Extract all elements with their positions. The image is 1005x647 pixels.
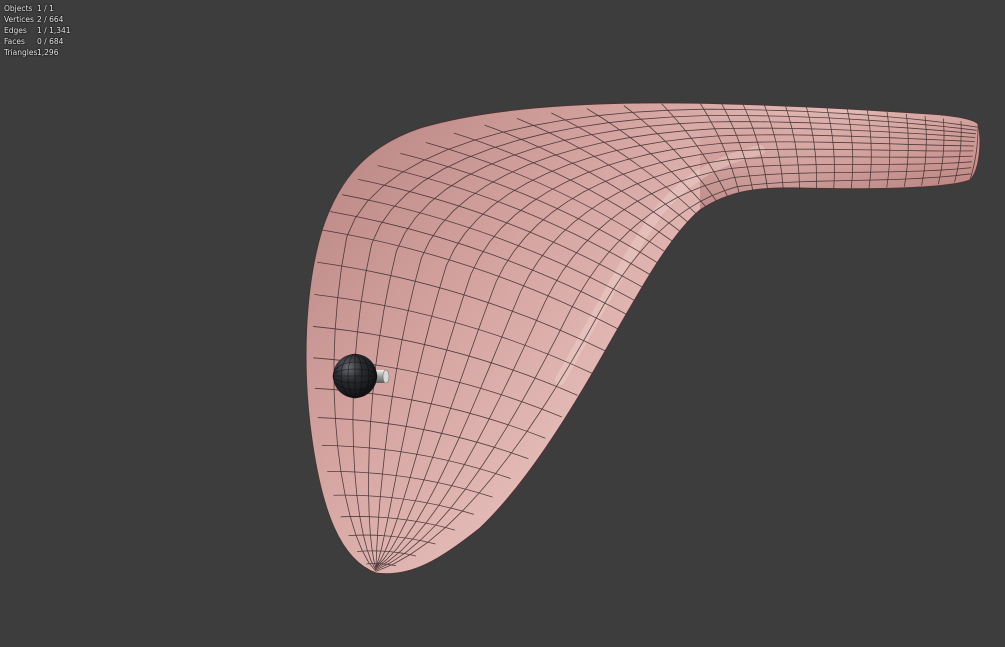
stat-faces: Faces 0 / 684 bbox=[4, 36, 71, 47]
mesh-arm-shade bbox=[700, 113, 980, 210]
scene-canvas[interactable] bbox=[0, 0, 1005, 647]
connector-cap bbox=[382, 369, 390, 384]
stat-label: Vertices bbox=[4, 15, 34, 24]
stat-label: Triangles bbox=[4, 48, 38, 57]
stat-vertices: Vertices 2 / 664 bbox=[4, 14, 71, 25]
stat-value: 1 / 1,341 bbox=[37, 26, 71, 35]
stat-triangles: Triangles 1,296 bbox=[4, 47, 71, 58]
stat-label: Faces bbox=[4, 37, 25, 46]
stat-value: 1,296 bbox=[37, 48, 59, 57]
3d-viewport[interactable]: Objects 1 / 1 Vertices 2 / 664 Edges 1 /… bbox=[0, 0, 1005, 647]
stat-objects: Objects 1 / 1 bbox=[4, 3, 71, 14]
stat-label: Edges bbox=[4, 26, 27, 35]
viewport-statistics: Objects 1 / 1 Vertices 2 / 664 Edges 1 /… bbox=[4, 3, 71, 58]
stat-edges: Edges 1 / 1,341 bbox=[4, 25, 71, 36]
stat-label: Objects bbox=[4, 4, 33, 13]
stat-value: 2 / 664 bbox=[37, 15, 64, 24]
stat-value: 0 / 684 bbox=[37, 37, 64, 46]
mesh-object[interactable] bbox=[305, 102, 981, 575]
stat-value: 1 / 1 bbox=[37, 4, 54, 13]
